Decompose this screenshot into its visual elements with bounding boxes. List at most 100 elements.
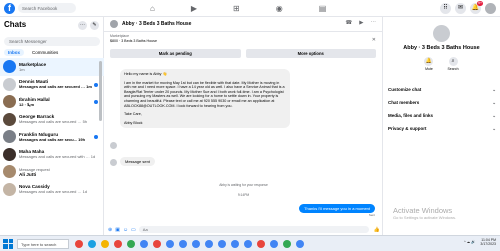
video-call-icon[interactable]: ▶ [359,20,363,26]
chat-name: Ali Jutti [19,171,37,177]
taskbar-app-icon[interactable] [231,239,239,248]
avatar [3,165,16,179]
top-right-actions: ⠿ ✉ 🔔 9+ [440,1,496,14]
taskbar-app-icon[interactable] [270,239,278,248]
facebook-search-input[interactable]: Search Facebook [18,3,76,13]
taskbar-app-icon[interactable] [218,239,226,248]
chat-item[interactable]: Franklin Nduguru Messages and calls are s… [0,128,104,146]
search-button[interactable]: ⌕ Search [447,57,459,71]
messenger-icon[interactable]: ✉ [455,3,466,14]
chat-item[interactable]: Maha Maha Messages and calls are secured … [0,146,104,164]
search-label: Search [447,67,459,71]
more-options-button[interactable]: More options [245,49,376,58]
watermark-subtitle: Go to Settings to activate Windows. [393,215,457,220]
like-icon[interactable]: 👍 [374,227,380,233]
listing-summary[interactable]: $800 · 3 Beds 3 Baths House [110,39,382,43]
taskbar-app-icon[interactable] [114,239,122,248]
video-icon[interactable]: ▶ [191,4,197,13]
taskbar-app-icon[interactable] [75,239,83,248]
gif-icon[interactable]: ▭ [131,227,136,233]
chat-sidebar: Chats ⋯ ✎ Search Messenger Inbox Communi… [0,17,104,235]
taskbar-app-icon[interactable] [205,239,213,248]
taskbar-app-icon[interactable] [283,239,291,248]
chevron-down-icon: ⌄ [492,100,496,105]
chat-list-scrollbar[interactable] [99,61,102,121]
image-icon[interactable]: ▣ [115,227,120,233]
windows-taskbar: Type here to search ^ ☁ 🔊 11:04 PM 3/17/… [0,235,500,251]
tab-inbox[interactable]: Inbox [4,49,24,56]
tab-communities[interactable]: Communities [28,49,62,56]
phone-icon[interactable]: ☎ [345,20,352,26]
gaming-icon[interactable]: ▤ [319,4,327,13]
windows-start-icon[interactable] [3,238,13,249]
chat-item[interactable]: Ibrahim Hallal يلا · 12m [0,93,104,111]
chat-item[interactable]: Nova Cassidy Messages and calls are secur… [0,181,104,199]
mute-button[interactable]: 🔔 Mute [424,57,434,71]
taskbar-app-icon[interactable] [244,239,252,248]
marketplace-icon[interactable]: ⊞ [233,4,240,13]
tray-icons[interactable]: ^ ☁ 🔊 [464,240,475,244]
account-avatar[interactable] [485,3,496,14]
avatar [433,25,450,42]
incoming-message: Hello my name is Abby 👋 I am in the mark… [120,69,290,129]
taskbar-app-icon[interactable] [153,239,161,248]
chat-preview: يلا · 12m [19,101,35,107]
taskbar-app-icon[interactable] [127,239,135,248]
chat-item[interactable]: George Barrack Messages and calls are sec… [0,111,104,129]
chevron-down-icon: ⌄ [492,126,496,131]
taskbar-app-icon[interactable] [101,239,109,248]
watermark-title: Activate Windows [393,206,453,215]
chat-item[interactable]: Dennis Mauti Messages and calls are secur… [0,76,104,94]
more-icon[interactable]: ⋯ [78,21,87,30]
chat-members-section[interactable]: Chat members ⌄ [388,100,496,106]
menu-icon[interactable]: ⠿ [440,3,451,14]
message-input[interactable]: Aa [138,226,369,233]
message-thread: Hello my name is Abby 👋 I am in the mark… [104,62,383,224]
chats-actions: ⋯ ✎ [78,21,99,30]
unread-dot [94,135,98,139]
notifications-button[interactable]: 🔔 9+ [470,1,483,14]
privacy-support-section[interactable]: Privacy & support ⌄ [388,126,496,132]
plus-icon[interactable]: ⊕ [108,227,112,233]
groups-icon[interactable]: ◉ [276,4,283,13]
chat-preview: Messages and calls are secured … 1m [19,84,92,90]
customize-chat-section[interactable]: Customize chat ⌄ [388,87,496,93]
chat-preview: Messages and calls are secu... 19h [19,136,86,142]
avatar [3,147,16,161]
taskbar-app-icon[interactable] [192,239,200,248]
taskbar-app-icon[interactable] [140,239,148,248]
sender-avatar [110,142,117,149]
message-composer: ⊕ ▣ ☺ ▭ Aa 👍 [104,224,383,235]
taskbar-apps [75,239,304,248]
taskbar-app-icon[interactable] [88,239,96,248]
media-files-links-section[interactable]: Media, files and links ⌄ [388,113,496,119]
listing-actions: Mark as pending More options [104,49,382,58]
messenger-search-input[interactable]: Search Messenger [4,37,100,46]
facebook-logo[interactable]: f [4,2,15,14]
clock-date: 3/17/2023 [480,242,496,246]
facebook-topbar: f Search Facebook ⌂ ▶ ⊞ ◉ ▤ ⠿ ✉ 🔔 9+ [0,0,500,17]
more-icon[interactable]: ⋯ [371,20,377,26]
taskbar-app-icon[interactable] [257,239,265,248]
taskbar-app-icon[interactable] [179,239,187,248]
taskbar-app-icon[interactable] [166,239,174,248]
taskbar-search-input[interactable]: Type here to search [17,238,69,249]
sticker-icon[interactable]: ☺ [123,227,128,233]
chat-item[interactable]: Marketplace 1m [0,58,104,76]
avatar[interactable] [110,20,118,28]
mark-as-pending-button[interactable]: Mark as pending [110,49,241,58]
compose-icon[interactable]: ✎ [90,21,99,30]
clock[interactable]: 11:04 PM 3/17/2023 [480,238,496,246]
taskbar-app-icon[interactable] [296,239,304,248]
contact-name: Abby · 3 Beds 3 Baths House [403,45,480,51]
close-icon[interactable]: ✕ [372,37,376,43]
chat-item[interactable]: Message request Ali Jutti [0,163,104,181]
chat-list: Marketplace 1m Dennis Mauti Messages and c… [0,58,104,198]
incoming-message: Message sent [120,157,155,166]
home-icon[interactable]: ⌂ [150,4,155,13]
outgoing-message: Thanks I'll message you in a moment [299,204,375,213]
chats-title: Chats [4,20,27,29]
notification-badge: 9+ [477,1,483,6]
conversation-title[interactable]: Abby · 3 Beds 3 Baths House [122,21,191,27]
section-label: Chat members [388,100,420,105]
